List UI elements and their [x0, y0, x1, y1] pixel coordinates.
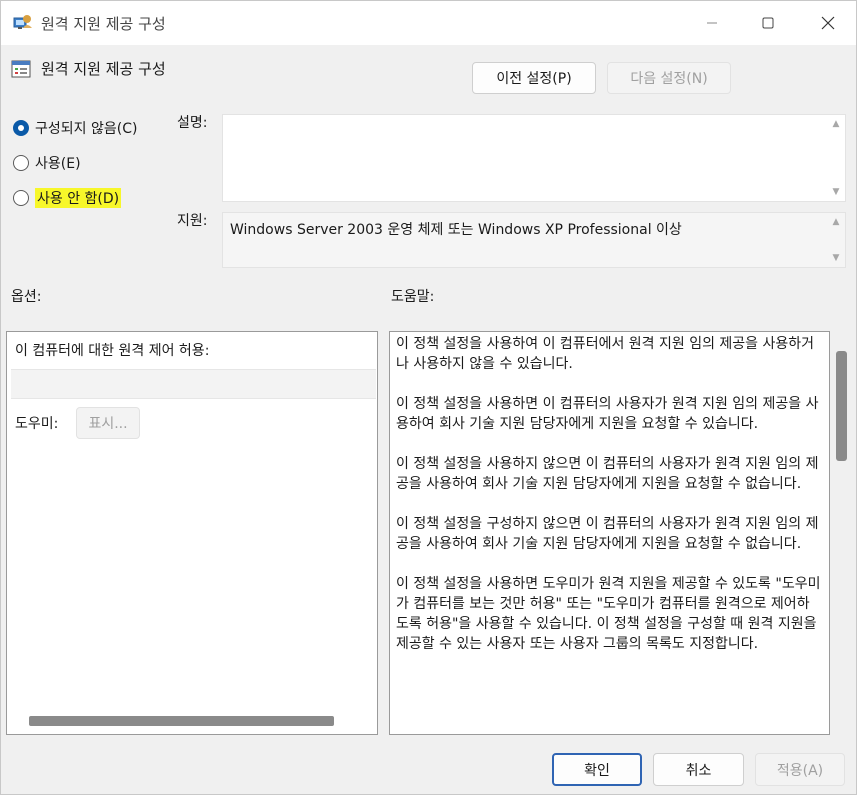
radio-enabled[interactable]: 사용(E)	[13, 153, 81, 173]
options-horizontal-scrollbar[interactable]	[29, 716, 334, 726]
radio-button-checked[interactable]	[13, 120, 29, 136]
scroll-up-icon[interactable]: ▲	[833, 217, 840, 227]
help-paragraph: 이 정책 설정을 사용하지 않으면 이 컴퓨터의 사용자가 원격 지원 임의 제…	[396, 456, 819, 492]
policy-settings-icon	[13, 15, 32, 29]
scroll-down-icon[interactable]: ▼	[833, 253, 840, 263]
help-label: 도움말:	[391, 289, 435, 305]
next-setting-button[interactable]: 다음 설정(N)	[607, 62, 731, 94]
minimize-button[interactable]	[689, 7, 735, 39]
apply-button[interactable]: 적용(A)	[755, 753, 845, 786]
maximize-icon	[762, 17, 774, 29]
maximize-button[interactable]	[745, 7, 791, 39]
close-icon	[821, 16, 835, 30]
help-scroll-thumb[interactable]	[836, 351, 847, 461]
help-panel: 이 정책 설정을 사용하여 이 컴퓨터에서 원격 지원 임의 제공을 사용하거나…	[389, 331, 830, 735]
policy-settings-icon	[11, 60, 31, 78]
radio-not-configured[interactable]: 구성되지 않음(C)	[13, 118, 137, 138]
supported-on-box[interactable]: Windows Server 2003 운영 체제 또는 Windows XP …	[222, 212, 846, 268]
options-panel: 이 컴퓨터에 대한 원격 제어 허용: 도우미: 표시...	[6, 331, 378, 735]
policy-dialog: 원격 지원 제공 구성 원격 지원 제공 구성 이전 설정(P) 다음 설정(N…	[0, 0, 857, 795]
previous-setting-button[interactable]: 이전 설정(P)	[472, 62, 596, 94]
radio-disabled[interactable]: 사용 안 함(D)	[13, 188, 122, 208]
radio-button[interactable]	[13, 155, 29, 171]
radio-label: 사용(E)	[35, 156, 81, 172]
show-helpers-button[interactable]: 표시...	[76, 407, 140, 439]
cancel-button[interactable]: 취소	[653, 753, 744, 786]
scroll-up-icon[interactable]: ▲	[833, 119, 840, 129]
minimize-icon	[707, 22, 717, 24]
description-scrollbar[interactable]: ▲ ▼	[827, 115, 845, 201]
help-paragraph: 이 정책 설정을 구성하지 않으면 이 컴퓨터의 사용자가 원격 지원 임의 제…	[396, 516, 819, 552]
radio-label: 구성되지 않음(C)	[35, 121, 138, 137]
supported-on-label: 지원:	[177, 213, 208, 229]
helpers-label: 도우미:	[15, 416, 59, 432]
description-label: 설명:	[177, 115, 208, 131]
title-bar[interactable]: 원격 지원 제공 구성	[1, 1, 856, 45]
remote-control-dropdown[interactable]	[11, 369, 376, 399]
description-box[interactable]: ▲ ▼	[222, 114, 846, 202]
help-text: 이 정책 설정을 사용하여 이 컴퓨터에서 원격 지원 임의 제공을 사용하거나…	[396, 334, 822, 674]
help-paragraph: 이 정책 설정을 사용하면 도우미가 원격 지원을 제공할 수 있도록 "도우미…	[396, 576, 821, 652]
close-button[interactable]	[805, 7, 851, 39]
ok-button[interactable]: 확인	[552, 753, 642, 786]
help-paragraph: 이 정책 설정을 사용하면 이 컴퓨터의 사용자가 원격 지원 임의 제공을 사…	[396, 396, 819, 432]
scroll-down-icon[interactable]: ▼	[833, 187, 840, 197]
remote-control-caption: 이 컴퓨터에 대한 원격 제어 허용:	[15, 343, 210, 359]
radio-button[interactable]	[13, 190, 29, 206]
options-label: 옵션:	[11, 289, 42, 305]
supported-on-scrollbar[interactable]: ▲ ▼	[827, 213, 845, 267]
supported-on-text: Windows Server 2003 운영 체제 또는 Windows XP …	[230, 222, 682, 238]
help-paragraph: 이 정책 설정을 사용하여 이 컴퓨터에서 원격 지원 임의 제공을 사용하거나…	[396, 336, 815, 372]
radio-label: 사용 안 함(D)	[35, 188, 122, 208]
window-title: 원격 지원 제공 구성	[41, 15, 166, 33]
policy-title: 원격 지원 제공 구성	[41, 60, 166, 78]
